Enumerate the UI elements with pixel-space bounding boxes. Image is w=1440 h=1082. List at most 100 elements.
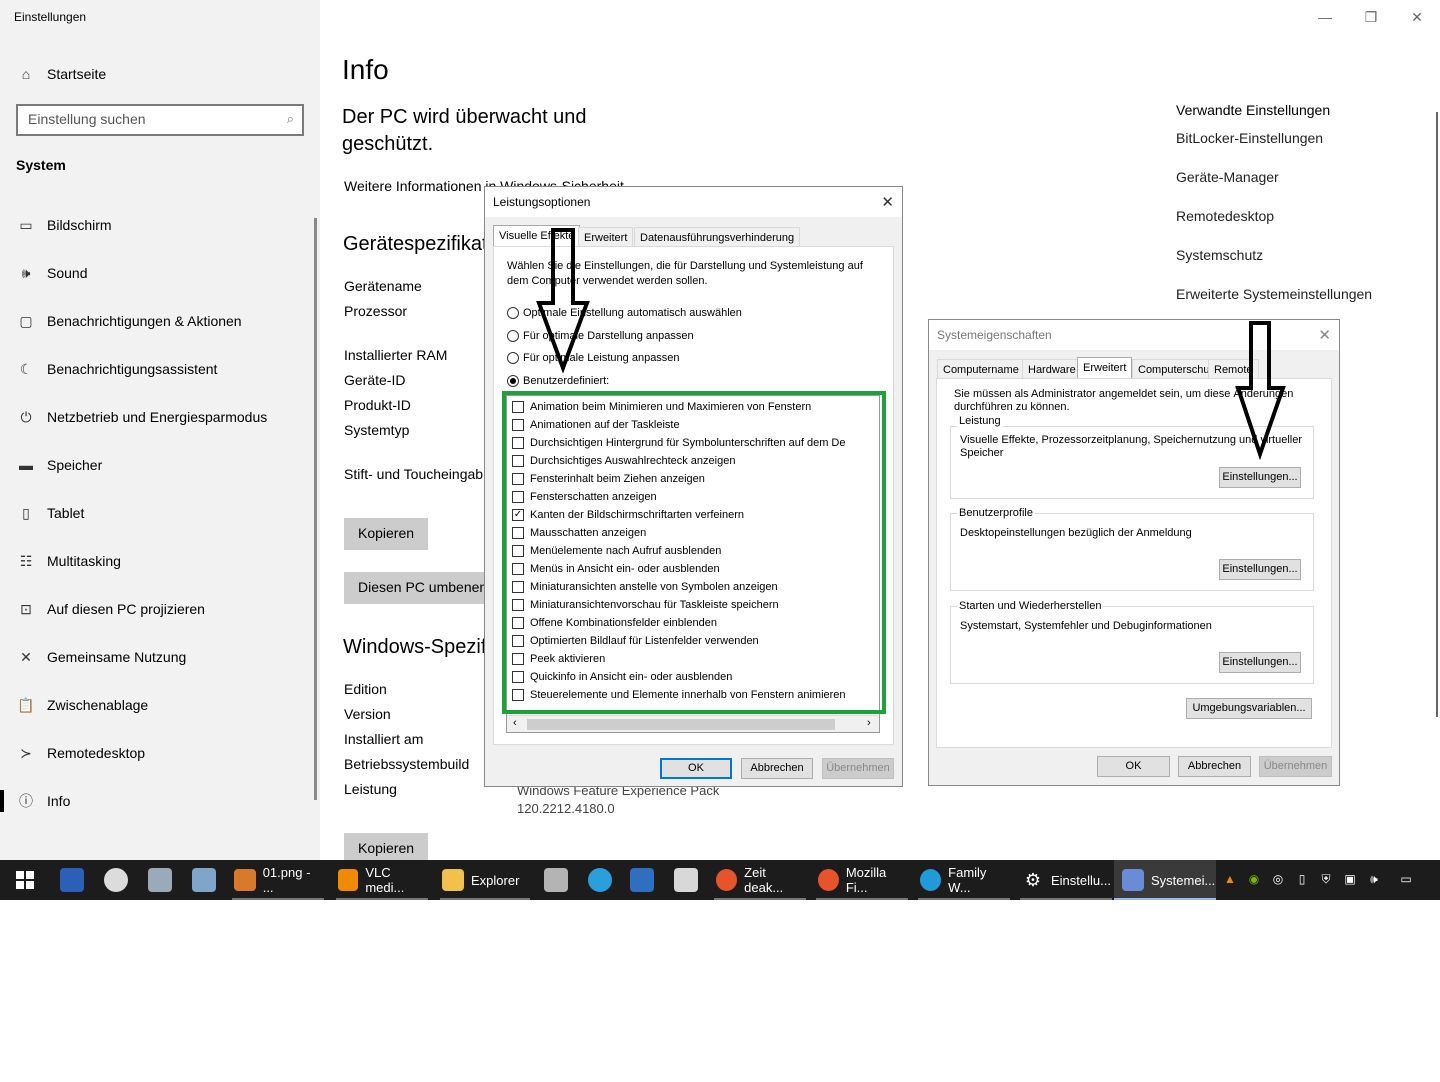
usb-tray-icon[interactable]: ▯ bbox=[1294, 872, 1310, 888]
copy-button[interactable]: Kopieren bbox=[344, 518, 429, 550]
feature-pack-version: 120.2212.4180.0 bbox=[517, 801, 615, 816]
tab-hardware[interactable]: Hardware bbox=[1022, 359, 1082, 379]
restore-button[interactable]: ❐ bbox=[1356, 6, 1386, 28]
taskbar-app-paint[interactable]: 01.png - ... bbox=[232, 860, 324, 900]
radio-button bbox=[507, 375, 519, 387]
pinned-app-icon[interactable] bbox=[192, 868, 216, 892]
radio-custom[interactable]: Benutzerdefiniert: bbox=[507, 375, 609, 387]
snipping-icon[interactable] bbox=[674, 868, 698, 892]
sidebar-item-tablet[interactable]: ▯ Tablet bbox=[16, 500, 84, 526]
close-button[interactable]: ✕ bbox=[1402, 6, 1432, 28]
sidebar-item-home[interactable]: ⌂ Startseite bbox=[16, 62, 106, 86]
taskbar-app-vlc[interactable]: VLC medi... bbox=[336, 860, 428, 900]
steam-tray-icon[interactable]: ◎ bbox=[1270, 872, 1286, 888]
perf-cancel-button[interactable]: Abbrechen bbox=[741, 758, 813, 779]
tab-advanced[interactable]: Erweitert bbox=[1077, 357, 1133, 379]
shield-tray-icon[interactable]: ⛨ bbox=[1318, 872, 1334, 888]
home-icon: ⌂ bbox=[21, 66, 31, 82]
network-tray-icon[interactable]: ▣ bbox=[1342, 872, 1358, 888]
scroll-right-icon[interactable]: › bbox=[867, 717, 871, 729]
sidebar-item-project[interactable]: ⊡ Auf diesen PC projizieren bbox=[16, 596, 205, 622]
pinned-app-icon[interactable] bbox=[544, 868, 568, 892]
firefox-icon bbox=[716, 869, 738, 891]
share-icon: ✕ bbox=[20, 648, 32, 665]
nvidia-tray-icon[interactable]: ◉ bbox=[1246, 872, 1262, 888]
sys-cancel-button[interactable]: Abbrechen bbox=[1178, 756, 1251, 777]
pinned-app-icon[interactable] bbox=[104, 868, 128, 892]
related-link-device-manager[interactable]: Geräte-Manager bbox=[1176, 169, 1279, 185]
notification-icon: ▢ bbox=[19, 312, 33, 329]
annotation-arrow-right bbox=[1235, 321, 1286, 460]
related-link-advanced-settings[interactable]: Erweiterte Systemeinstellungen bbox=[1176, 286, 1372, 302]
project-icon: ⊡ bbox=[20, 600, 32, 617]
environment-variables-button[interactable]: Umgebungsvariablen... bbox=[1186, 698, 1312, 719]
photos-icon[interactable] bbox=[630, 868, 654, 892]
performance-settings-button[interactable]: Einstellungen... bbox=[1219, 467, 1301, 488]
sidebar-item-clipboard[interactable]: 📋 Zwischenablage bbox=[16, 692, 148, 718]
firefox-icon bbox=[818, 869, 839, 891]
sys-ok-button[interactable]: OK bbox=[1097, 756, 1170, 777]
sidebar-item-storage[interactable]: ▬ Speicher bbox=[16, 452, 102, 478]
volume-tray-icon[interactable]: 🕪 bbox=[1366, 872, 1382, 888]
tab-dep[interactable]: Datenausführungsverhinderung bbox=[634, 227, 801, 247]
telegram-icon[interactable] bbox=[588, 868, 612, 892]
minimize-button[interactable]: — bbox=[1310, 6, 1340, 28]
vlc-tray-icon[interactable]: ▲ bbox=[1222, 872, 1238, 888]
sidebar-item-label: Multitasking bbox=[47, 553, 121, 569]
content-scrollbar[interactable] bbox=[1436, 112, 1438, 717]
monitor-icon: ▭ bbox=[19, 216, 33, 233]
close-icon[interactable]: ✕ bbox=[881, 193, 894, 211]
dialog-title: Systemeigenschaften bbox=[937, 328, 1052, 342]
sidebar-item-notifications[interactable]: ▢ Benachrichtigungen & Aktionen bbox=[16, 308, 241, 334]
sidebar-item-focus-assist[interactable]: ☾ Benachrichtigungsassistent bbox=[16, 356, 218, 382]
pinned-app-icon[interactable] bbox=[60, 868, 84, 892]
related-link-system-protection[interactable]: Systemschutz bbox=[1176, 247, 1263, 263]
tab-computername[interactable]: Computername bbox=[937, 359, 1025, 379]
profiles-settings-button[interactable]: Einstellungen... bbox=[1219, 559, 1301, 580]
sidebar-item-bildschirm[interactable]: ▭ Bildschirm bbox=[16, 212, 112, 238]
sidebar-item-multitasking[interactable]: ☷ Multitasking bbox=[16, 548, 121, 574]
scroll-left-icon[interactable]: ‹ bbox=[513, 717, 517, 729]
related-link-bitlocker[interactable]: BitLocker-Einstellungen bbox=[1176, 130, 1323, 146]
windows-start-icon[interactable] bbox=[16, 871, 34, 889]
spec-label: Systemtyp bbox=[344, 422, 410, 438]
gear-icon: ⚙ bbox=[1024, 870, 1042, 890]
taskbar-app-system-properties[interactable]: Systemei... bbox=[1114, 860, 1216, 900]
taskbar-app-firefox-1[interactable]: Zeit deak... bbox=[714, 860, 806, 900]
scrollbar-thumb[interactable] bbox=[527, 719, 835, 730]
running-indicator bbox=[440, 898, 530, 900]
sidebar-item-remote[interactable]: ≻ Remotedesktop bbox=[16, 740, 145, 766]
close-icon[interactable]: ✕ bbox=[1318, 326, 1331, 344]
taskbar-app-settings[interactable]: ⚙ Einstellu... bbox=[1020, 860, 1112, 900]
perf-ok-button[interactable]: OK bbox=[660, 758, 732, 779]
sidebar-scrollbar[interactable] bbox=[314, 218, 317, 800]
rename-pc-button[interactable]: Diesen PC umbenen bbox=[344, 572, 484, 604]
sidebar-item-label: Benachrichtigungsassistent bbox=[47, 361, 218, 377]
taskbar-app-explorer[interactable]: Explorer bbox=[440, 860, 530, 900]
startup-settings-button[interactable]: Einstellungen... bbox=[1219, 652, 1301, 673]
sidebar-item-info[interactable]: ⓘ Info bbox=[16, 788, 70, 814]
search-input[interactable]: Einstellung suchen ⌕ bbox=[16, 104, 304, 136]
radio-button bbox=[507, 307, 519, 319]
sidebar-item-label: Bildschirm bbox=[47, 217, 112, 233]
spec-label: Prozessor bbox=[344, 303, 408, 319]
pinned-app-icon[interactable] bbox=[148, 868, 172, 892]
edge-icon bbox=[920, 869, 942, 891]
taskbar-app-label: Family W... bbox=[948, 865, 987, 895]
copy-button-2[interactable]: Kopieren bbox=[344, 833, 429, 860]
running-indicator bbox=[232, 898, 324, 900]
arrow-shape bbox=[536, 228, 590, 373]
horizontal-scrollbar[interactable]: ‹ › bbox=[507, 715, 879, 732]
sidebar-item-share[interactable]: ✕ Gemeinsame Nutzung bbox=[16, 644, 186, 670]
spec-label: Geräte-ID bbox=[344, 372, 406, 388]
taskbar-app-firefox-2[interactable]: Mozilla Fi... bbox=[816, 860, 908, 900]
sidebar-item-power[interactable]: ⏻ Netzbetrieb und Energiesparmodus bbox=[16, 404, 267, 430]
taskbar-app-edge[interactable]: Family W... bbox=[918, 860, 1010, 900]
related-link-remote-desktop[interactable]: Remotedesktop bbox=[1176, 208, 1274, 224]
spec-label: Gerätename bbox=[344, 278, 422, 294]
moon-icon: ☾ bbox=[19, 360, 33, 377]
sidebar-item-sound[interactable]: 🕪 Sound bbox=[16, 260, 88, 286]
sys-apply-button[interactable]: Übernehmen bbox=[1259, 756, 1332, 777]
perf-apply-button[interactable]: Übernehmen bbox=[822, 758, 894, 779]
action-center-icon[interactable]: ▭ bbox=[1398, 872, 1414, 888]
